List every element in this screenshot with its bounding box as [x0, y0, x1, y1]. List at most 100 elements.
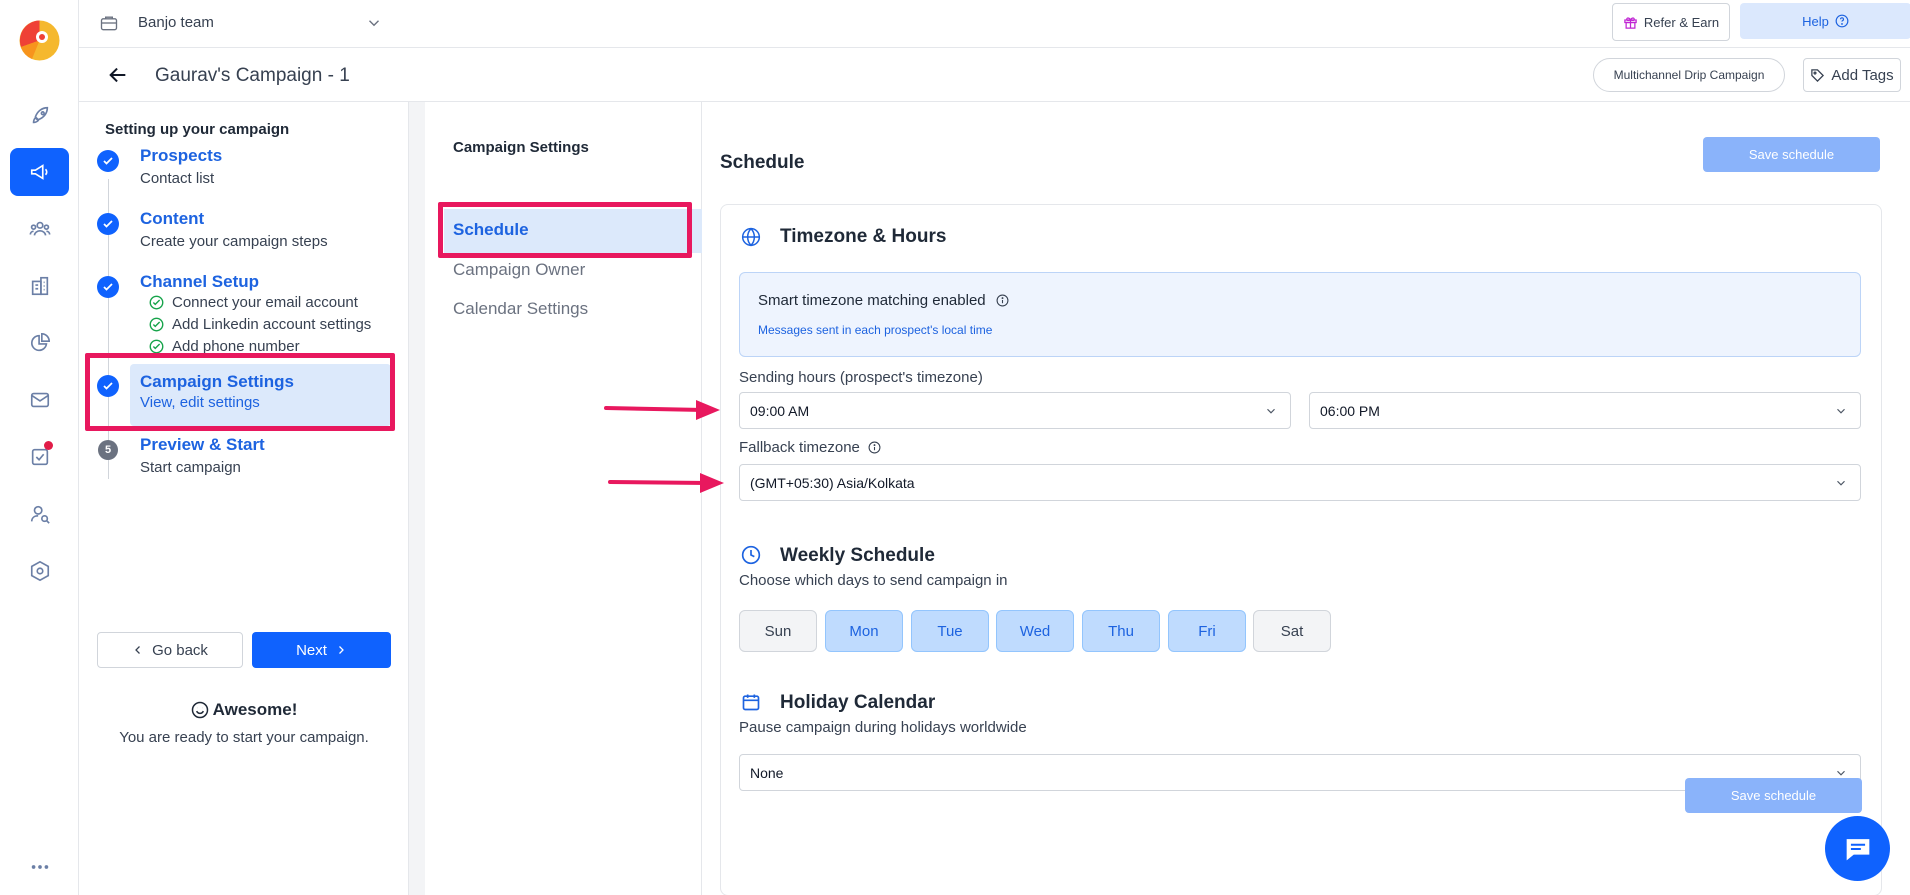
user-search-icon[interactable]: [10, 490, 69, 538]
chat-bubble-icon: [1841, 832, 1875, 866]
annotation-arrow: [604, 398, 724, 422]
campaign-title: Gaurav's Campaign - 1: [155, 65, 350, 86]
step-preview-start-sub: Start campaign: [140, 459, 241, 476]
step-prospects-sub: Contact list: [140, 170, 215, 187]
go-back-button[interactable]: Go back: [97, 632, 243, 668]
campaign-title-bar: Gaurav's Campaign - 1 Multichannel Drip …: [79, 48, 1910, 102]
help-label: Help: [1802, 13, 1829, 29]
save-schedule-button[interactable]: Save schedule: [1703, 137, 1880, 172]
team-icon[interactable]: [10, 205, 69, 253]
settings-hex-icon[interactable]: [10, 547, 69, 595]
tag-icon: [1810, 68, 1825, 83]
chat-widget-button[interactable]: [1825, 816, 1890, 881]
step-campaign-settings-sub: View, edit settings: [140, 394, 260, 411]
back-arrow-icon[interactable]: [107, 64, 129, 86]
building-icon[interactable]: [10, 262, 69, 310]
subitem-linkedin: Add Linkedin account settings: [149, 316, 371, 333]
step-prospects[interactable]: Prospects: [140, 146, 222, 166]
day-wed[interactable]: Wed: [996, 610, 1074, 652]
chevron-down-icon: [1834, 404, 1848, 418]
chevron-right-icon: [335, 644, 347, 656]
awesome-title: Awesome!: [212, 700, 298, 719]
help-button[interactable]: Help: [1740, 3, 1910, 39]
schedule-main: Schedule Save schedule Timezone & Hours …: [702, 102, 1910, 895]
fallback-timezone-select[interactable]: (GMT+05:30) Asia/Kolkata: [739, 464, 1861, 501]
holiday-section-title: Holiday Calendar: [780, 692, 936, 713]
save-schedule-bottom-button[interactable]: Save schedule: [1685, 778, 1862, 813]
settings-nav-calendar-settings[interactable]: Calendar Settings: [453, 299, 588, 319]
top-header: Banjo team Refer & Earn Help: [79, 0, 1910, 48]
weekly-section-title: Weekly Schedule: [780, 545, 935, 566]
settings-nav-schedule[interactable]: Schedule: [453, 220, 529, 240]
rocket-icon[interactable]: [10, 92, 69, 140]
chevron-down-icon[interactable]: [365, 14, 383, 32]
check-circle-icon: [97, 375, 119, 397]
campaign-type-pill: Multichannel Drip Campaign: [1593, 58, 1785, 92]
ready-text: You are ready to start your campaign.: [119, 729, 369, 746]
end-time-value: 06:00 PM: [1320, 402, 1380, 419]
step-preview-start[interactable]: Preview & Start: [140, 435, 265, 455]
mail-icon[interactable]: [10, 376, 69, 424]
info-icon[interactable]: [996, 294, 1009, 307]
clock-icon: [741, 545, 761, 565]
fallback-timezone-value: (GMT+05:30) Asia/Kolkata: [750, 474, 915, 491]
smile-icon: [191, 701, 209, 719]
chevron-left-icon: [132, 644, 144, 656]
smart-timezone-row: Smart timezone matching enabled: [758, 292, 1009, 309]
start-time-select[interactable]: 09:00 AM: [739, 392, 1291, 429]
chevron-down-icon: [1834, 476, 1848, 490]
settings-nav-campaign-owner[interactable]: Campaign Owner: [453, 260, 585, 280]
step-content[interactable]: Content: [140, 209, 204, 229]
check-outline-icon: [149, 295, 164, 310]
weekly-section-sub: Choose which days to send campaign in: [739, 572, 1008, 589]
annotation-arrow: [608, 472, 728, 496]
steps-title: Setting up your campaign: [105, 121, 290, 138]
holiday-calendar-value: None: [750, 764, 784, 781]
subitem-phone-label: Add phone number: [172, 338, 300, 355]
smart-timezone-sub: Messages sent in each prospect's local t…: [758, 323, 993, 337]
task-icon[interactable]: [10, 433, 69, 481]
holiday-section-sub: Pause campaign during holidays worldwide: [739, 719, 1027, 736]
check-outline-icon: [149, 317, 164, 332]
app-logo-icon[interactable]: [18, 19, 61, 62]
day-sun[interactable]: Sun: [739, 610, 817, 652]
team-selector[interactable]: Banjo team: [138, 14, 214, 31]
briefcase-icon: [99, 13, 119, 33]
day-thu[interactable]: Thu: [1082, 610, 1160, 652]
check-circle-icon: [97, 213, 119, 235]
add-tags-button[interactable]: Add Tags: [1803, 58, 1901, 92]
subitem-email-label: Connect your email account: [172, 294, 358, 311]
refer-earn-label: Refer & Earn: [1643, 14, 1720, 30]
setup-steps-panel: Setting up your campaign Prospects Conta…: [79, 102, 409, 895]
next-button[interactable]: Next: [252, 632, 391, 668]
pie-chart-icon[interactable]: [10, 319, 69, 367]
refer-earn-button[interactable]: Refer & Earn: [1612, 3, 1730, 41]
campaign-settings-nav: Campaign Settings Schedule Campaign Owne…: [425, 102, 711, 895]
day-tue[interactable]: Tue: [911, 610, 989, 652]
step-campaign-settings[interactable]: Campaign Settings: [140, 372, 294, 392]
sending-hours-label: Sending hours (prospect's timezone): [739, 369, 983, 386]
go-back-label: Go back: [152, 641, 208, 659]
gift-icon: [1623, 15, 1638, 30]
megaphone-icon[interactable]: [10, 148, 69, 196]
day-fri[interactable]: Fri: [1168, 610, 1246, 652]
awesome-heading: Awesome!: [79, 700, 409, 720]
globe-icon: [741, 227, 761, 247]
info-icon[interactable]: [868, 441, 881, 454]
end-time-select[interactable]: 06:00 PM: [1309, 392, 1861, 429]
check-circle-icon: [97, 276, 119, 298]
more-icon[interactable]: [10, 843, 69, 891]
fallback-timezone-label: Fallback timezone: [739, 439, 881, 456]
question-circle-icon: [1835, 14, 1849, 28]
start-time-value: 09:00 AM: [750, 402, 810, 419]
step-channel-setup[interactable]: Channel Setup: [140, 272, 259, 292]
day-mon[interactable]: Mon: [825, 610, 903, 652]
notification-dot: [44, 441, 53, 450]
chevron-down-icon: [1264, 404, 1278, 418]
settings-nav-title: Campaign Settings: [453, 139, 589, 156]
step-number-badge: 5: [98, 440, 118, 460]
subitem-email: Connect your email account: [149, 294, 358, 311]
day-sat[interactable]: Sat: [1253, 610, 1331, 652]
timezone-section-title: Timezone & Hours: [780, 226, 947, 247]
schedule-title: Schedule: [720, 152, 805, 173]
